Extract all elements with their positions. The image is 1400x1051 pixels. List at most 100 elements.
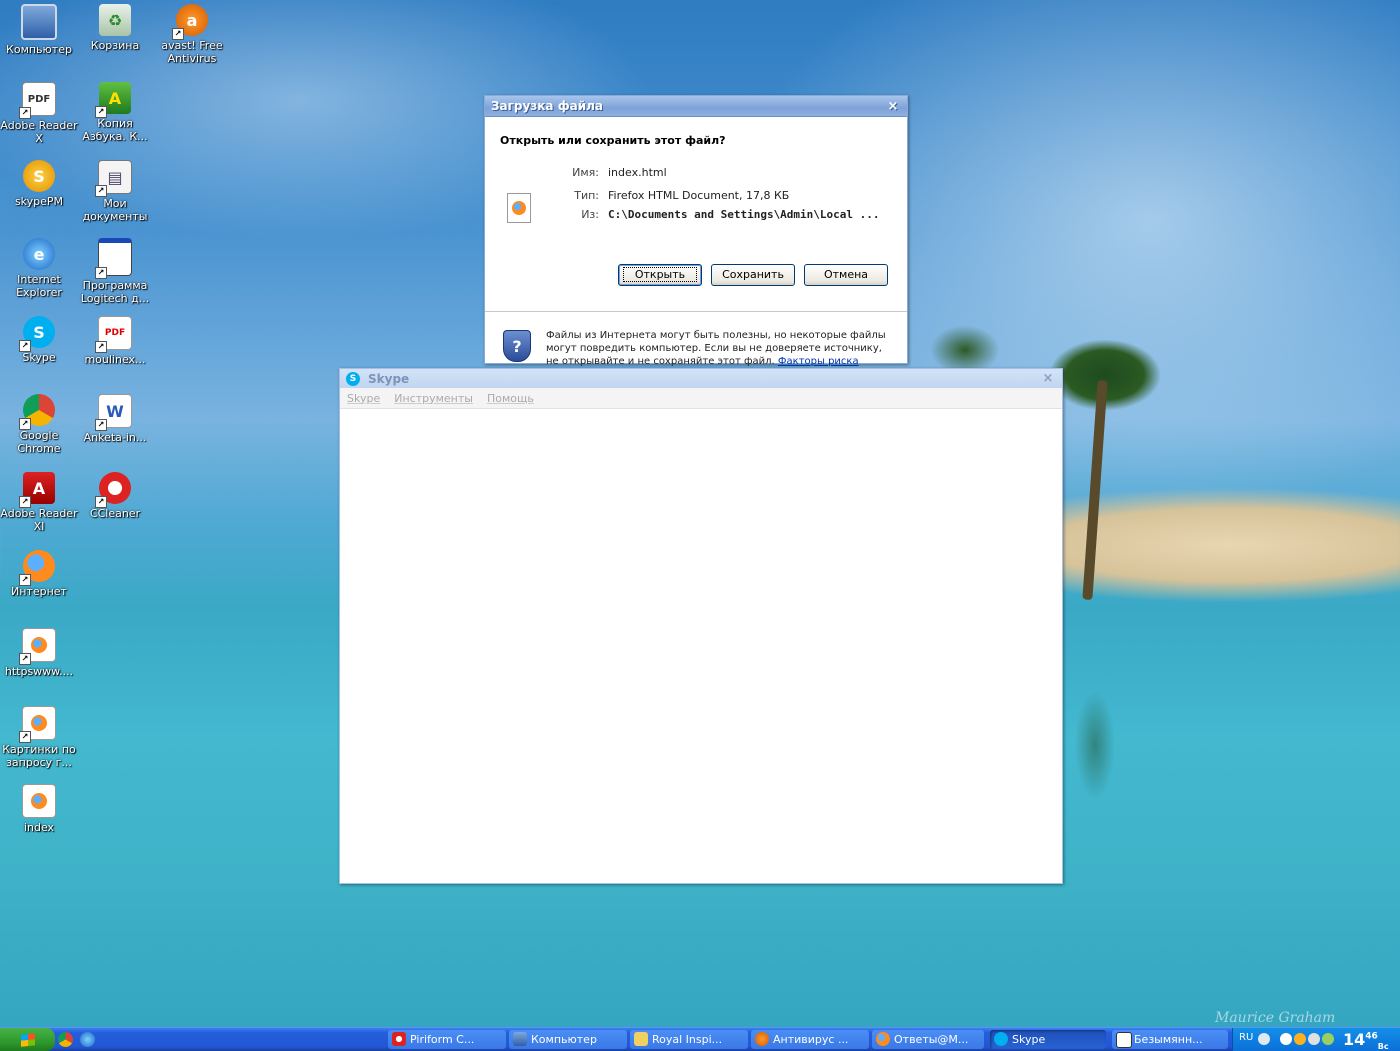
desktop-icon-label: Adobe Reader XI — [0, 507, 78, 533]
dialog-separator — [485, 311, 907, 313]
taskbar-item-royal[interactable]: Royal Inspi... — [630, 1030, 748, 1049]
desktop-icon-label: Корзина — [90, 39, 140, 52]
firefox-html-file-icon: ↗ — [19, 628, 56, 665]
desktop-icon-httpswww[interactable]: ↗ httpswww.... — [0, 628, 78, 678]
quicklaunch-ie-icon[interactable] — [80, 1032, 95, 1047]
desktop-icon-avast[interactable]: a ↗ avast! Free Antivirus — [153, 4, 231, 65]
name-label: Имя: — [572, 166, 599, 179]
desktop-icon-index[interactable]: index — [0, 784, 78, 834]
desktop-icon-label: Adobe Reader X — [0, 119, 78, 145]
from-label: Из: — [581, 208, 599, 221]
desktop-icon-computer[interactable]: Компьютер — [0, 4, 78, 56]
clock[interactable]: 1446Вс — [1343, 1030, 1389, 1051]
taskbar-item-paint[interactable]: Безымянн... — [1112, 1030, 1228, 1049]
tray-volume-icon[interactable] — [1308, 1033, 1320, 1045]
taskbar-item-computer[interactable]: Компьютер — [509, 1030, 627, 1049]
taskbar-item-label: Piriform C... — [410, 1033, 475, 1046]
firefox-html-file-icon: ↗ — [19, 706, 56, 743]
desktop-icon-kartinki[interactable]: ↗ Картинки по запросу г... — [0, 706, 78, 769]
menu-skype[interactable]: Skype — [347, 392, 380, 405]
abc-app-icon: A ↗ — [95, 82, 131, 118]
desktop-icon-label: index — [23, 821, 55, 834]
desktop-icon-label: Google Chrome — [17, 429, 61, 455]
desktop-icon-abc-copy[interactable]: A ↗ Копия Азбука. К... — [76, 82, 154, 143]
desktop-icon-ccleaner[interactable]: ↗ CCleaner — [76, 472, 154, 520]
desktop-icon-adobe-reader-xi[interactable]: A ↗ Adobe Reader XI — [0, 472, 78, 533]
adobe-acrobat-icon: A ↗ — [19, 472, 55, 508]
taskbar-item-skype[interactable]: Skype — [990, 1030, 1106, 1049]
skype-content-area — [340, 409, 1062, 883]
skype-window-title: Skype — [368, 371, 410, 386]
open-button-label: Открыть — [623, 267, 697, 282]
tray-avast-icon[interactable] — [1294, 1033, 1306, 1045]
desktop-icon-label: Skype — [22, 351, 56, 364]
tray-utility-icon[interactable] — [1322, 1033, 1334, 1045]
recycle-bin-icon: ♻ — [99, 4, 131, 36]
dialog-title-bar[interactable]: Загрузка файла × — [485, 96, 907, 117]
paint-icon — [1116, 1032, 1132, 1048]
desktop-icon-label: CCleaner — [89, 507, 141, 520]
firefox-icon: ↗ — [19, 550, 55, 586]
skype-icon — [994, 1032, 1008, 1046]
taskbar-item-otvety[interactable]: Ответы@M... — [872, 1030, 984, 1049]
desktop-icon-firefox[interactable]: ↗ Интернет — [0, 550, 78, 598]
dialog-close-button[interactable]: × — [885, 99, 901, 114]
desktop-icon-skype[interactable]: S ↗ Skype — [0, 316, 78, 364]
skype-window[interactable]: S Skype × Skype Инструменты Помощь — [339, 368, 1063, 884]
adobe-reader-doc-icon: PDF ↗ — [19, 82, 56, 119]
skype-icon: S ↗ — [19, 316, 55, 352]
desktop-icon-skypepm[interactable]: S skypePM — [0, 160, 78, 208]
desktop-icon-recycle-bin[interactable]: ♻ Корзина — [76, 4, 154, 52]
firefox-icon — [876, 1032, 890, 1046]
taskbar-item-label: Антивирус ... — [773, 1033, 849, 1046]
desktop-icon-moulinex[interactable]: PDF ↗ moulinex... — [76, 316, 154, 366]
skype-logo-icon: S — [346, 371, 360, 386]
file-download-dialog[interactable]: Загрузка файла × Открыть или сохранить э… — [484, 95, 908, 367]
desktop-icon-adobe-reader-x[interactable]: PDF ↗ Adobe Reader X — [0, 82, 78, 145]
desktop-icon-label: Internet Explorer — [16, 273, 62, 299]
start-button[interactable] — [0, 1028, 55, 1051]
computer-icon — [513, 1032, 527, 1046]
taskbar-item-piriform[interactable]: Piriform C... — [388, 1030, 506, 1049]
desktop-icon-anketa[interactable]: W ↗ Anketa-in... — [76, 394, 154, 444]
tray-chat-icon[interactable] — [1280, 1033, 1292, 1045]
taskbar-item-label: Ответы@M... — [894, 1033, 969, 1046]
skypepm-icon: S — [23, 160, 55, 192]
language-indicator[interactable]: RU — [1239, 1032, 1253, 1043]
cancel-button[interactable]: Отмена — [804, 264, 888, 286]
security-warning: Файлы из Интернета могут быть полезны, н… — [546, 329, 891, 368]
firefox-file-icon — [507, 193, 531, 223]
name-value: index.html — [608, 166, 667, 179]
desktop-icon-internet-explorer[interactable]: e Internet Explorer — [0, 238, 78, 299]
computer-icon — [21, 4, 57, 40]
desktop-icon-my-documents[interactable]: ▤ ↗ Мои документы — [76, 160, 154, 223]
save-button[interactable]: Сохранить — [711, 264, 795, 286]
taskbar-item-antivirus[interactable]: Антивирус ... — [751, 1030, 869, 1049]
skype-close-button[interactable]: × — [1040, 371, 1056, 386]
ccleaner-icon — [392, 1032, 406, 1046]
open-button[interactable]: Открыть — [618, 264, 702, 286]
quicklaunch-chrome-icon[interactable] — [58, 1032, 73, 1047]
menu-tools[interactable]: Инструменты — [394, 392, 473, 405]
security-shield-icon: ? — [503, 330, 531, 362]
dialog-body: Открыть или сохранить этот файл? Имя: in… — [485, 117, 907, 367]
taskbar-item-label: Royal Inspi... — [652, 1033, 723, 1046]
wallpaper-signature: Maurice Graham — [1215, 1010, 1336, 1026]
ccleaner-icon: ↗ — [95, 472, 131, 508]
desktop-icon-logitech[interactable]: ↗ Программа Logitech д... — [76, 238, 154, 305]
clock-minutes: 46 — [1365, 1031, 1378, 1042]
risk-factors-link[interactable]: Факторы риска — [778, 356, 859, 367]
desktop-icon-google-chrome[interactable]: ↗ Google Chrome — [0, 394, 78, 455]
tray-network-icon[interactable] — [1258, 1033, 1270, 1045]
menu-help[interactable]: Помощь — [487, 392, 534, 405]
chrome-icon: ↗ — [19, 394, 55, 430]
dialog-title: Загрузка файла — [491, 99, 603, 113]
avast-icon — [755, 1032, 769, 1046]
avast-icon: a ↗ — [172, 4, 208, 40]
desktop-icon-label: moulinex... — [84, 353, 146, 366]
folder-icon — [634, 1032, 648, 1046]
taskbar-item-label: Skype — [1012, 1033, 1046, 1046]
desktop-icon-label: Интернет — [11, 585, 67, 598]
skype-menu-bar: Skype Инструменты Помощь — [340, 388, 1062, 409]
skype-title-bar[interactable]: S Skype × — [340, 369, 1062, 388]
